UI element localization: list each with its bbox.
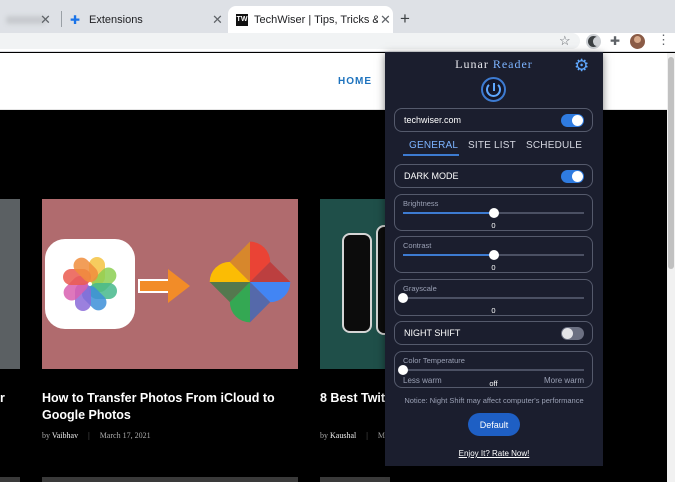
site-toggle[interactable] bbox=[561, 114, 584, 127]
post-author[interactable]: Vaibhav bbox=[52, 431, 78, 440]
address-bar[interactable] bbox=[0, 33, 580, 49]
close-icon[interactable]: ✕ bbox=[40, 12, 51, 28]
grayscale-value: 0 bbox=[491, 306, 496, 315]
tab-techwiser[interactable]: TW TechWiser | Tips, Tricks & How ✕ bbox=[228, 6, 393, 33]
next-row-thumbnail bbox=[0, 477, 20, 482]
close-icon[interactable]: ✕ bbox=[380, 12, 391, 28]
google-photos-icon bbox=[209, 241, 291, 323]
puzzle-icon: ✚ bbox=[70, 12, 81, 27]
star-icon[interactable]: ☆ bbox=[559, 33, 571, 49]
tab-title: Extensions bbox=[89, 13, 143, 26]
site-toggle-row: techwiser.com bbox=[394, 108, 593, 132]
slider-thumb[interactable] bbox=[488, 208, 499, 218]
next-row-thumbnail bbox=[42, 477, 298, 482]
post-thumbnail[interactable] bbox=[42, 199, 298, 369]
next-row-thumbnail bbox=[320, 477, 390, 482]
arrow-icon bbox=[138, 279, 172, 293]
slider-thumb[interactable] bbox=[398, 293, 408, 303]
slider-fill bbox=[403, 254, 494, 256]
brightness-slider[interactable] bbox=[403, 208, 584, 218]
post-meta: by Kaushal | M bbox=[320, 431, 385, 440]
slider-thumb[interactable] bbox=[488, 250, 499, 260]
profile-avatar[interactable] bbox=[630, 34, 645, 49]
post-title[interactable]: 8 Best Twit Better Tha bbox=[320, 390, 390, 407]
arrow-head-icon bbox=[168, 269, 190, 303]
post-date: M bbox=[377, 431, 385, 440]
color-temperature-slider[interactable] bbox=[398, 365, 584, 375]
grayscale-label: Grayscale bbox=[403, 284, 437, 293]
post-thumbnail[interactable] bbox=[0, 199, 20, 369]
popup-title: Lunar Reader bbox=[455, 57, 533, 71]
phone-image bbox=[342, 233, 372, 333]
brightness-slider-box: Brightness 0 bbox=[394, 194, 593, 231]
post-title[interactable]: r bbox=[0, 390, 5, 407]
lunar-reader-popup: Lunar Reader ⚙ techwiser.com GENERAL SIT… bbox=[385, 52, 603, 466]
contrast-value: 0 bbox=[491, 263, 496, 272]
post-title[interactable]: How to Transfer Photos From iCloud to Go… bbox=[42, 390, 298, 424]
post-meta: by Vaibhav | March 17, 2021 bbox=[42, 431, 151, 440]
site-name: techwiser.com bbox=[404, 115, 462, 125]
post-author[interactable]: Kaushal bbox=[330, 431, 356, 440]
active-tab-indicator bbox=[403, 154, 459, 156]
tab-title: TechWiser | Tips, Tricks & How bbox=[254, 13, 378, 26]
color-temperature-slider-box: Color Temperature Less warm off More war… bbox=[394, 351, 593, 388]
color-temperature-label: Color Temperature bbox=[403, 356, 465, 365]
grayscale-slider-box: Grayscale 0 bbox=[394, 279, 593, 316]
tab-general[interactable]: GENERAL bbox=[409, 140, 458, 151]
lunar-reader-extension-icon[interactable] bbox=[586, 34, 601, 49]
dark-mode-row: DARK MODE bbox=[394, 164, 593, 188]
popup-tabs: GENERAL SITE LIST SCHEDULE bbox=[403, 140, 593, 158]
tab-schedule[interactable]: SCHEDULE bbox=[526, 140, 582, 151]
contrast-label: Contrast bbox=[403, 241, 432, 250]
grayscale-slider[interactable] bbox=[398, 293, 584, 303]
power-icon[interactable] bbox=[481, 77, 506, 102]
browser-toolbar: ☆ ✚ ⋮ bbox=[0, 32, 675, 52]
night-shift-row: NIGHT SHIFT bbox=[394, 321, 593, 345]
default-button[interactable]: Default bbox=[468, 413, 520, 436]
extensions-icon[interactable]: ✚ bbox=[610, 34, 620, 48]
tab-strip: ✕ ✚ Extensions ✕ TW TechWiser | Tips, Tr… bbox=[0, 0, 675, 33]
dark-mode-toggle[interactable] bbox=[561, 170, 584, 183]
kebab-menu-icon[interactable]: ⋮ bbox=[657, 32, 670, 48]
contrast-slider[interactable] bbox=[403, 250, 584, 260]
night-shift-notice: Notice: Night Shift may affect computer'… bbox=[404, 396, 584, 405]
close-icon[interactable]: ✕ bbox=[212, 12, 223, 28]
night-shift-toggle[interactable] bbox=[561, 327, 584, 340]
rate-link[interactable]: Enjoy It? Rate Now! bbox=[385, 449, 603, 458]
nav-home-link[interactable]: HOME bbox=[338, 76, 372, 87]
ios-photos-icon bbox=[45, 239, 135, 329]
new-tab-button[interactable]: + bbox=[400, 9, 410, 29]
night-shift-label: NIGHT SHIFT bbox=[404, 328, 461, 338]
tab-blurred[interactable]: ✕ bbox=[0, 6, 58, 33]
more-warm-label: More warm bbox=[543, 376, 584, 385]
brightness-value: 0 bbox=[491, 221, 496, 230]
post-date: March 17, 2021 bbox=[99, 431, 151, 440]
dark-mode-label: DARK MODE bbox=[404, 171, 459, 181]
post-thumbnail[interactable] bbox=[320, 199, 406, 369]
slider-fill bbox=[403, 212, 494, 214]
techwiser-favicon: TW bbox=[236, 13, 248, 26]
brightness-label: Brightness bbox=[403, 199, 439, 208]
gear-icon[interactable]: ⚙ bbox=[574, 56, 589, 76]
slider-thumb[interactable] bbox=[398, 365, 408, 375]
tab-extensions[interactable]: ✚ Extensions ✕ bbox=[62, 6, 228, 33]
page-scrollbar[interactable] bbox=[667, 53, 675, 482]
contrast-slider-box: Contrast 0 bbox=[394, 236, 593, 273]
scrollbar-thumb[interactable] bbox=[668, 57, 674, 269]
tab-site-list[interactable]: SITE LIST bbox=[468, 140, 516, 151]
